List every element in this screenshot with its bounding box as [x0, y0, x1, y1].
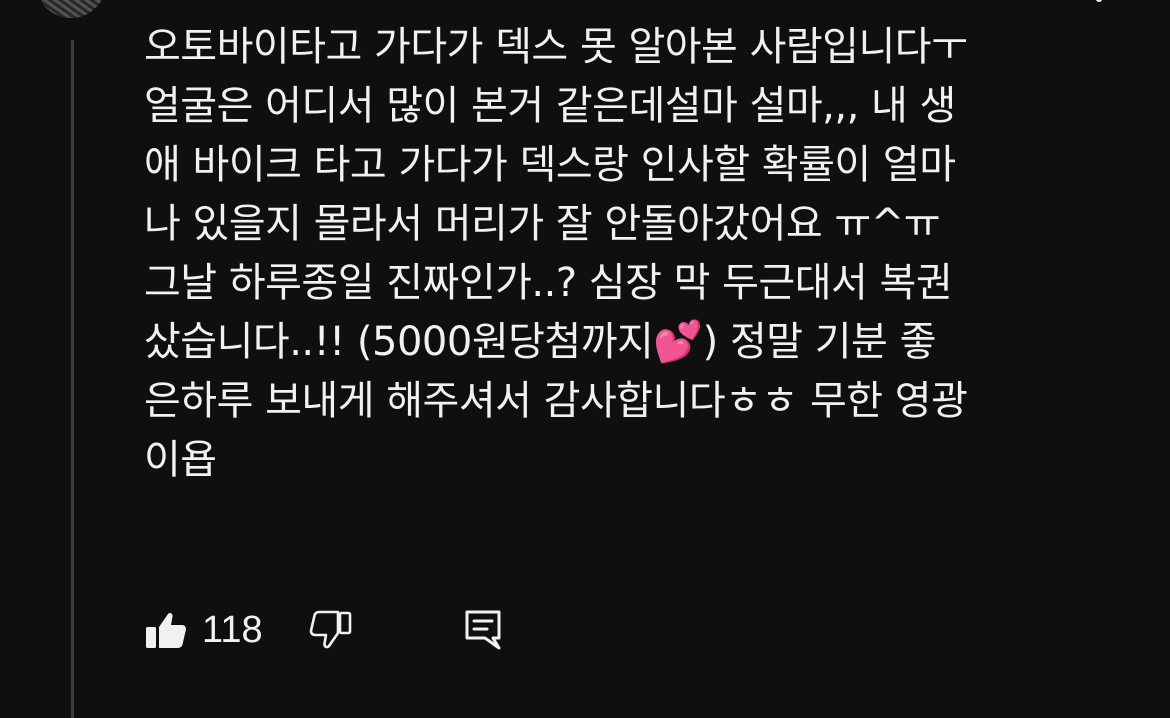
thumbs-down-icon	[309, 610, 351, 649]
like-button[interactable]	[144, 610, 188, 650]
like-count: 118	[202, 608, 263, 651]
reply-thread-line	[71, 40, 74, 718]
comment-line: 샀습니다..!! (5000원당첨까지💕) 정말 기분 좋	[144, 319, 936, 365]
comment-line: 이욥	[144, 437, 217, 483]
comment-actions: 118	[144, 600, 503, 660]
comment-line: 애 바이크 타고 가다가 덱스랑 인사할 확률이 얼마	[144, 142, 956, 188]
dislike-button[interactable]	[309, 610, 353, 650]
comment-line: 얼굴은 어디서 많이 본거 같은데설마 설마,,, 내 생	[144, 83, 956, 129]
comment-line: 나 있을지 몰라서 머리가 잘 안돌아갔어요 ㅠ^ㅠ	[144, 201, 941, 247]
reply-button[interactable]	[463, 608, 503, 652]
more-vertical-icon[interactable]	[1093, 0, 1105, 8]
comment-line: 은하루 보내게 해주셔서 감사합니다ㅎㅎ 무한 영광	[144, 378, 968, 424]
avatar[interactable]	[36, 0, 106, 18]
reply-comment-icon	[465, 610, 501, 650]
comment-line: 그날 하루종일 진짜인가..? 심장 막 두근대서 복권	[144, 260, 953, 306]
thumbs-up-icon	[146, 612, 186, 648]
comment-line: 오토바이타고 가다가 덱스 못 알아본 사람입니다ㅜ	[144, 24, 968, 70]
comment-text: 오토바이타고 가다가 덱스 못 알아본 사람입니다ㅜ 얼굴은 어디서 많이 본거…	[144, 18, 1144, 490]
